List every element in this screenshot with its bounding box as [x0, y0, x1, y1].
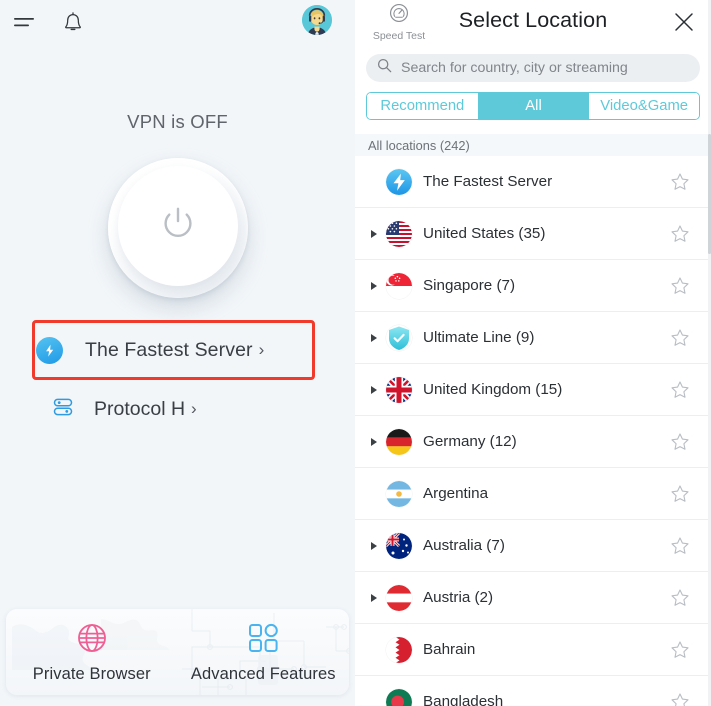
location-row[interactable]: United Kingdom (15)	[355, 364, 711, 416]
location-row[interactable]: Argentina	[355, 468, 711, 520]
location-panel-header: Speed Test Select Location	[355, 0, 711, 48]
flag-icon-bd	[386, 689, 412, 706]
power-button-wrap	[107, 158, 248, 298]
feature-card: Private Browser Advanced Features	[6, 609, 349, 695]
fastest-server-row[interactable]: The Fastest Server ›	[36, 324, 311, 376]
expand-arrow-icon[interactable]	[371, 437, 377, 446]
location-filter-tabs: Recommend All Video&Game	[366, 92, 700, 120]
location-row[interactable]: United States (35)	[355, 208, 711, 260]
favorite-star-icon[interactable]	[669, 483, 691, 505]
protocol-row[interactable]: Protocol H ›	[52, 392, 302, 426]
flag-icon-ar	[386, 481, 412, 507]
flag-icon-us	[386, 221, 412, 247]
favorite-star-icon[interactable]	[669, 327, 691, 349]
flag-icon-shield	[386, 325, 412, 351]
tab-video-game[interactable]: Video&Game	[588, 93, 699, 119]
expand-arrow-icon[interactable]	[371, 541, 377, 550]
flag-icon-au	[386, 533, 412, 559]
vpn-main-panel: VPN is OFF The Fastest Server › Protocol…	[0, 0, 355, 706]
location-name: Bahrain	[423, 641, 476, 658]
location-name: Argentina	[423, 485, 489, 502]
chevron-right-icon: ›	[191, 399, 197, 418]
favorite-star-icon[interactable]	[669, 535, 691, 557]
advanced-features-label: Advanced Features	[190, 664, 336, 683]
fastest-server-label: The Fastest Server	[85, 338, 253, 361]
protocol-sliders-icon	[52, 396, 74, 423]
flag-icon-sg	[386, 273, 412, 299]
page-title: Select Location	[458, 8, 608, 32]
tab-recommend[interactable]: Recommend	[367, 93, 478, 119]
location-name: Australia (7)	[423, 537, 505, 554]
advanced-features-tile[interactable]: Advanced Features	[178, 609, 350, 695]
favorite-star-icon[interactable]	[669, 639, 691, 661]
location-row[interactable]: Germany (12)	[355, 416, 711, 468]
location-name: Germany (12)	[423, 433, 517, 450]
private-browser-label: Private Browser	[32, 664, 151, 683]
flag-icon-bh	[386, 637, 412, 663]
location-name: United States (35)	[423, 225, 546, 242]
location-row[interactable]: Australia (7)	[355, 520, 711, 572]
left-header-bar	[0, 0, 355, 46]
private-browser-tile[interactable]: Private Browser	[6, 609, 178, 695]
grid-apps-icon	[246, 621, 280, 660]
expand-arrow-icon[interactable]	[371, 593, 377, 602]
favorite-star-icon[interactable]	[669, 223, 691, 245]
location-row[interactable]: Bangladesh	[355, 676, 711, 706]
chevron-right-icon: ›	[258, 340, 265, 359]
select-location-panel: Speed Test Select Location Recommend All	[355, 0, 711, 706]
expand-arrow-icon[interactable]	[371, 229, 377, 238]
flag-icon-at	[386, 585, 412, 611]
favorite-star-icon[interactable]	[669, 431, 691, 453]
expand-arrow-icon[interactable]	[371, 385, 377, 394]
favorite-star-icon[interactable]	[669, 275, 691, 297]
flag-icon-de	[386, 429, 412, 455]
location-row[interactable]: Ultimate Line (9)	[355, 312, 711, 364]
vpn-status-text: VPN is OFF	[127, 111, 228, 132]
favorite-star-icon[interactable]	[669, 691, 691, 706]
search-icon	[377, 58, 392, 78]
search-bar[interactable]	[366, 54, 700, 82]
flag-icon-bolt	[386, 169, 412, 195]
expand-arrow-icon[interactable]	[371, 281, 377, 290]
location-row[interactable]: Austria (2)	[355, 572, 711, 624]
lightning-bolt-icon	[36, 336, 63, 364]
tab-all[interactable]: All	[477, 93, 589, 119]
location-row[interactable]: Singapore (7)	[355, 260, 711, 312]
support-agent-avatar[interactable]	[302, 5, 332, 35]
location-name: Bangladesh	[423, 693, 504, 706]
expand-arrow-icon[interactable]	[371, 333, 377, 342]
vpn-app-window: VPN is OFF The Fastest Server › Protocol…	[0, 0, 711, 706]
favorite-star-icon[interactable]	[669, 171, 691, 193]
location-name: United Kingdom (15)	[423, 381, 563, 398]
favorite-star-icon[interactable]	[669, 379, 691, 401]
flag-icon-uk	[386, 377, 412, 403]
power-toggle-button[interactable]	[117, 166, 238, 286]
search-input[interactable]	[401, 60, 689, 76]
favorite-star-icon[interactable]	[669, 587, 691, 609]
location-row[interactable]: Bahrain	[355, 624, 711, 676]
location-row[interactable]: The Fastest Server	[355, 156, 711, 208]
all-locations-header: All locations (242)	[355, 134, 711, 156]
protocol-label: Protocol H	[94, 397, 186, 420]
power-icon	[156, 202, 200, 251]
location-list[interactable]: The Fastest Server United States (35) Sing…	[355, 156, 711, 706]
location-name: Austria (2)	[423, 589, 494, 606]
hamburger-menu-icon[interactable]	[8, 6, 42, 40]
globe-icon	[75, 621, 109, 660]
location-name: The Fastest Server	[423, 173, 553, 190]
location-name: Singapore (7)	[423, 277, 516, 294]
location-name: Ultimate Line (9)	[423, 329, 535, 346]
close-icon[interactable]	[669, 7, 699, 37]
notification-bell-icon[interactable]	[56, 6, 90, 40]
